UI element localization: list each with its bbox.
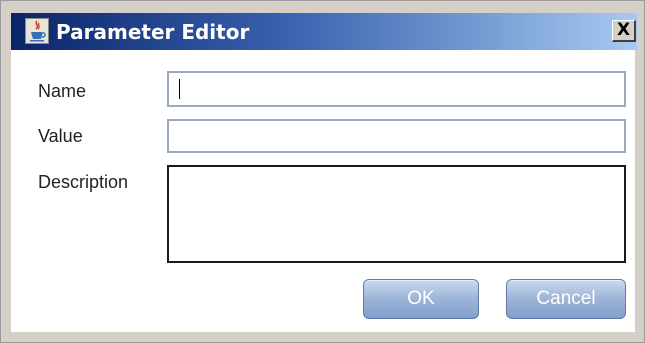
java-cup-icon — [25, 18, 49, 44]
value-input[interactable] — [167, 119, 626, 153]
value-label: Value — [38, 126, 83, 146]
ok-button[interactable]: OK — [363, 279, 479, 319]
text-caret — [179, 79, 180, 99]
parameter-editor-dialog: Parameter Editor X Name Value Descriptio… — [0, 0, 645, 343]
window-frame-bottom — [1, 332, 644, 342]
window-title: Parameter Editor — [56, 20, 250, 44]
name-input[interactable] — [167, 71, 626, 107]
description-textarea[interactable] — [167, 165, 626, 263]
cancel-button[interactable]: Cancel — [506, 279, 626, 319]
title-bar[interactable]: Parameter Editor X — [11, 13, 637, 50]
name-label: Name — [38, 81, 87, 101]
close-button[interactable]: X — [612, 20, 636, 42]
window-frame-top — [1, 1, 644, 13]
description-label: Description — [38, 172, 129, 192]
close-icon: X — [616, 20, 631, 40]
window-frame-left — [1, 1, 11, 342]
window-frame-right — [635, 1, 644, 342]
